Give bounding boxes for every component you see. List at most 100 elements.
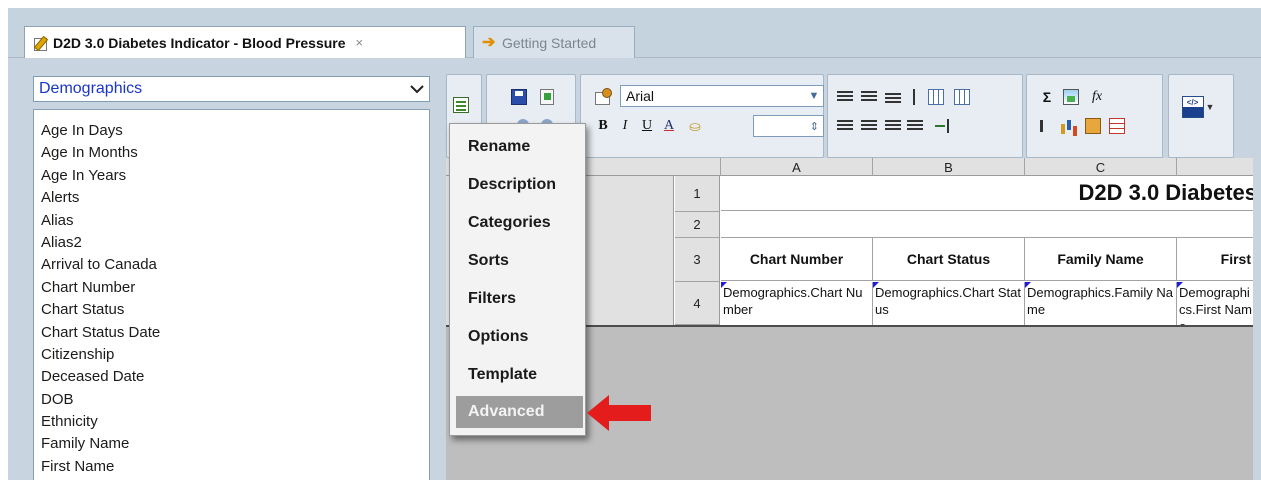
align-left-button[interactable] — [834, 86, 856, 108]
data-cell-text: Demographics.Chart Number — [723, 285, 863, 317]
insert-chart-button[interactable] — [1060, 86, 1082, 108]
field-list-item[interactable]: Age In Days — [34, 120, 429, 142]
tab-bar: D2D 3.0 Diabetes Indicator - Blood Press… — [8, 8, 1261, 58]
data-cell-text: Demographics.First Name — [1179, 285, 1252, 325]
valign-middle-button[interactable] — [858, 115, 880, 137]
border-icon — [913, 89, 917, 105]
column-letter[interactable]: C — [1025, 158, 1176, 176]
menu-item-sorts[interactable]: Sorts — [450, 242, 587, 280]
category-dropdown-value: Demographics — [39, 80, 143, 97]
field-list-item[interactable]: Chart Status Date — [34, 322, 429, 344]
field-list-item[interactable]: Alias — [34, 210, 429, 232]
merge-icon — [928, 89, 944, 105]
header-cell[interactable]: First — [1177, 238, 1253, 281]
field-list-item[interactable]: Arrival to Canada — [34, 254, 429, 276]
field-list-item[interactable]: Citizenship — [34, 344, 429, 366]
save-button[interactable] — [508, 86, 530, 108]
sheet-title: D2D 3.0 Diabetes — [1078, 180, 1253, 205]
data-cell[interactable]: Demographics.Chart Status — [873, 282, 1025, 325]
wrap-text-button[interactable] — [930, 115, 952, 137]
tab-close-icon[interactable]: × — [356, 35, 364, 50]
align-right-icon — [885, 93, 901, 105]
html-button[interactable]: </> ▼ — [1178, 96, 1218, 118]
font-family-select[interactable]: Arial ▼ — [620, 85, 824, 107]
column-divider — [1176, 158, 1177, 176]
table-button[interactable] — [1106, 115, 1128, 137]
field-list-item[interactable]: DOB — [34, 389, 429, 411]
field-list-item[interactable]: Age In Months — [34, 142, 429, 164]
wrap-icon — [933, 119, 949, 133]
row-number[interactable]: 1 — [675, 176, 720, 212]
row-number[interactable]: 2 — [675, 212, 720, 238]
font-color-button[interactable]: A — [658, 115, 680, 137]
column-letter[interactable]: B — [873, 158, 1024, 176]
field-list-item[interactable]: Alias2 — [34, 232, 429, 254]
field-list-item[interactable]: Deceased Date — [34, 366, 429, 388]
options-popup-menu: Rename Description Categories Sorts Filters O… — [449, 123, 586, 436]
function-button[interactable]: fx — [1086, 86, 1108, 108]
data-cell-text: Demographics.Chart Status — [875, 285, 1021, 317]
field-list-item[interactable]: First Name — [34, 456, 429, 478]
field-list-item[interactable]: Ethnicity — [34, 411, 429, 433]
sum-button[interactable]: Σ — [1036, 86, 1058, 108]
field-list-item[interactable]: Age In Years — [34, 165, 429, 187]
export-button[interactable] — [536, 86, 558, 108]
field-list-item[interactable]: Alerts — [34, 187, 429, 209]
menu-item-categories[interactable]: Categories — [450, 204, 587, 242]
menu-icon — [453, 97, 469, 113]
cell-marker-icon — [1025, 282, 1031, 288]
bar-chart-button[interactable] — [1058, 115, 1080, 137]
merge-cells-button[interactable] — [925, 86, 947, 108]
filter-left-button[interactable] — [1036, 115, 1058, 137]
align-center-button[interactable] — [858, 86, 880, 108]
fill-color-button[interactable]: ⛀ — [684, 115, 706, 137]
settings-icon — [594, 88, 612, 106]
tab-getting-started[interactable]: ➔ Getting Started — [473, 26, 635, 58]
data-cell[interactable]: Demographics.Chart Number — [721, 282, 873, 325]
header-cell[interactable]: Chart Status — [873, 238, 1025, 281]
grid-icon — [954, 89, 970, 105]
grid-button[interactable] — [951, 86, 973, 108]
cell-marker-icon — [873, 282, 879, 288]
menu-item-template[interactable]: Template — [450, 356, 587, 394]
cell-marker-icon — [721, 282, 727, 288]
bar-chart-icon — [1060, 118, 1078, 134]
data-cell[interactable]: Demographics.Family Name — [1025, 282, 1177, 325]
align-right-button[interactable] — [882, 88, 904, 110]
menu-item-description[interactable]: Description — [450, 166, 587, 204]
italic-button[interactable]: I — [614, 115, 636, 137]
options-menu-button[interactable] — [450, 94, 472, 116]
field-list-item[interactable]: Chart Number — [34, 277, 429, 299]
pivot-icon — [1085, 118, 1101, 134]
field-list-item[interactable]: Chart Status — [34, 299, 429, 321]
border-left-button[interactable] — [904, 86, 926, 108]
bold-button[interactable]: B — [592, 115, 614, 137]
valign-bottom-button[interactable] — [882, 115, 904, 137]
underline-button[interactable]: U — [636, 115, 658, 137]
justify-button[interactable] — [904, 115, 926, 137]
menu-item-options[interactable]: Options — [450, 318, 587, 356]
category-dropdown[interactable]: Demographics — [33, 76, 430, 102]
header-cell[interactable]: Family Name — [1025, 238, 1177, 281]
row-number[interactable]: 3 — [675, 238, 720, 282]
title-cell[interactable]: D2D 3.0 Diabetes — [721, 176, 1253, 211]
valign-top-icon — [837, 120, 853, 132]
filter-icon — [1040, 120, 1054, 132]
row-number[interactable]: 4 — [675, 282, 720, 325]
valign-top-button[interactable] — [834, 115, 856, 137]
report-editor-window: D2D 3.0 Diabetes Indicator - Blood Press… — [0, 0, 1261, 480]
menu-item-filters[interactable]: Filters — [450, 280, 587, 318]
column-letter[interactable]: A — [721, 158, 872, 176]
column-divider — [872, 158, 873, 176]
page-settings-button[interactable] — [592, 86, 614, 108]
menu-item-advanced[interactable]: Advanced — [456, 396, 583, 428]
font-size-stepper[interactable]: ⇕ — [753, 115, 824, 137]
menu-item-rename[interactable]: Rename — [450, 128, 587, 166]
tab-report-active[interactable]: D2D 3.0 Diabetes Indicator - Blood Press… — [24, 26, 466, 58]
field-list-item[interactable]: Family Name — [34, 433, 429, 455]
data-cell[interactable]: Demographics.First Name — [1177, 282, 1253, 325]
pivot-button[interactable] — [1082, 115, 1104, 137]
valign-middle-icon — [861, 120, 877, 132]
tab-label: Getting Started — [502, 34, 597, 51]
header-cell[interactable]: Chart Number — [721, 238, 873, 281]
